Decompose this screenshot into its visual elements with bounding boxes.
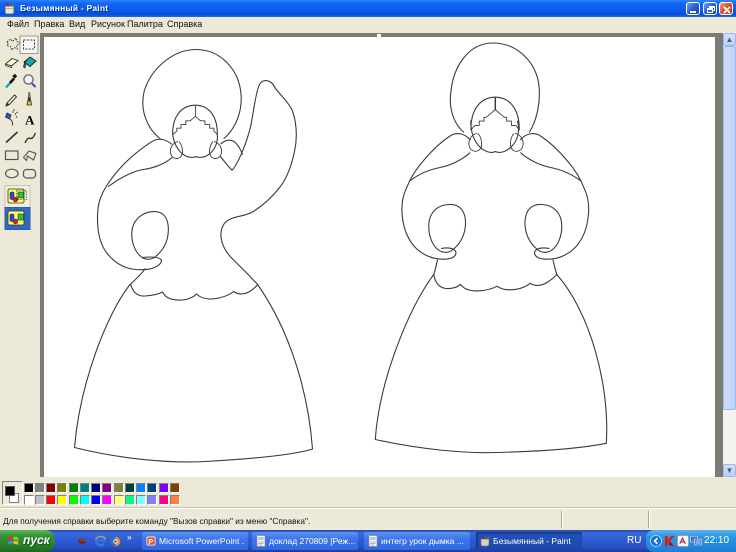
svg-text:A: A bbox=[25, 113, 35, 128]
svg-text:P: P bbox=[148, 539, 153, 546]
